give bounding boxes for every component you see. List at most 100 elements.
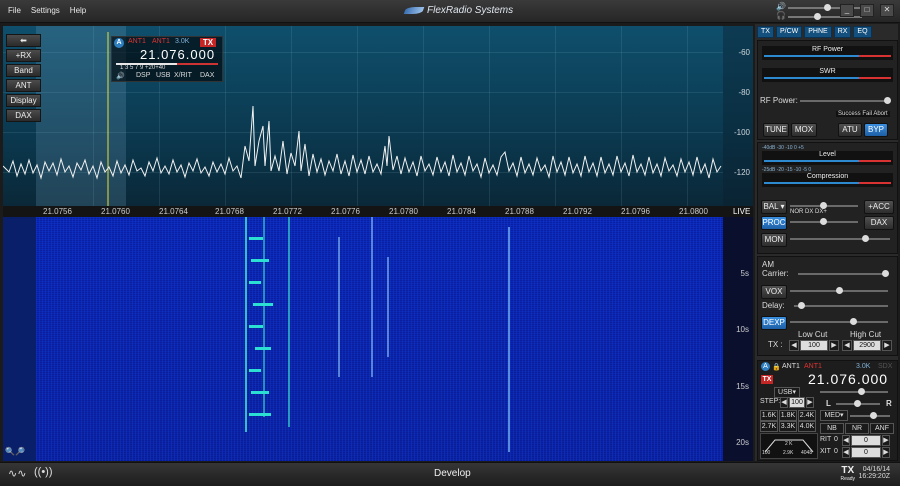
filter-center: 2 K	[785, 441, 793, 447]
mon-button[interactable]: MON	[761, 233, 787, 247]
slice-tab-dsp[interactable]: DSP	[136, 72, 150, 79]
byp-button[interactable]: BYP	[864, 123, 888, 137]
rit-offset[interactable]: 0	[851, 435, 881, 446]
dax-tx-button[interactable]: DAX	[864, 216, 894, 230]
filter-preset[interactable]: 1.6K	[760, 410, 778, 421]
step-decrement[interactable]: ◀	[780, 397, 788, 408]
vfo-frequency[interactable]: 21.076.000	[808, 371, 888, 387]
delay-slider[interactable]	[794, 302, 888, 309]
slice-tab-dax[interactable]: DAX	[200, 72, 214, 79]
audio-pan-slider[interactable]	[836, 400, 880, 407]
panadapter[interactable]: ⬅ +RX Band ANT Display DAX A ANT1 ANT1 3…	[3, 26, 753, 461]
slice-letter[interactable]: A	[114, 38, 124, 48]
af-gain-slider[interactable]	[820, 388, 888, 395]
slice-frequency[interactable]: 21.076.000	[140, 47, 215, 62]
tab-phne[interactable]: PHNE	[804, 26, 832, 38]
minimize-button[interactable]: _	[840, 4, 854, 17]
db-label: -80	[738, 88, 750, 97]
proc-level-scale: NOR DX DX+	[790, 209, 827, 215]
nb-button[interactable]: NB	[820, 423, 844, 434]
proc-button[interactable]: PROC	[761, 216, 787, 230]
anf-button[interactable]: ANF	[870, 423, 894, 434]
lock-icon[interactable]: 🔒	[772, 363, 781, 371]
waterfall[interactable]: 5s 10s 15s 20s 🔍🔎	[3, 217, 753, 461]
pan-right-label: R	[886, 399, 892, 408]
antenna-broadcast-icon[interactable]: ((•))	[34, 466, 53, 478]
bal-slider[interactable]	[790, 202, 858, 209]
acc-button[interactable]: +ACC	[864, 200, 894, 214]
ant-button[interactable]: ANT	[6, 79, 41, 92]
slice-tab-xrit[interactable]: X/RIT	[174, 72, 192, 79]
close-button[interactable]: ✕	[880, 4, 894, 17]
display-button[interactable]: Display	[6, 94, 41, 107]
rit-decrement[interactable]: ◀	[842, 435, 850, 446]
low-cut-decrement[interactable]: ◀	[789, 340, 799, 351]
xit-offset[interactable]: 0	[851, 447, 881, 458]
slice-speaker-icon[interactable]: 🔊	[116, 72, 125, 80]
mox-button[interactable]: MOX	[791, 123, 817, 137]
am-carrier-slider[interactable]	[798, 270, 889, 277]
spectrum-display[interactable]: ⬅ +RX Band ANT Display DAX A ANT1 ANT1 3…	[3, 26, 753, 206]
step-value[interactable]: 100	[789, 397, 805, 408]
filter-preset[interactable]: 1.8K	[779, 410, 797, 421]
title-bar: File Settings Help FlexRadio Systems 🔊 🎧…	[0, 0, 900, 23]
slice-rx-antenna[interactable]: ANT1	[152, 38, 170, 45]
slice-flag[interactable]: A ANT1 ANT1 3.0K TX 21.076.000 1 3 5 7 9…	[111, 36, 223, 82]
dax-button[interactable]: DAX	[6, 109, 41, 122]
tab-pcw[interactable]: P/CW	[775, 26, 803, 38]
level-meter: Level	[762, 151, 893, 165]
low-cut-increment[interactable]: ▶	[829, 340, 839, 351]
filter-preset[interactable]: 2.7K	[760, 421, 778, 432]
agc-threshold-slider[interactable]	[850, 412, 890, 419]
speaker-icon[interactable]: 🔊	[776, 2, 786, 11]
filter-preset[interactable]: 3.3K	[779, 421, 797, 432]
zoom-icons[interactable]: 🔍🔎	[5, 447, 25, 456]
band-button[interactable]: Band	[6, 64, 41, 77]
slice-tx-badge[interactable]: TX	[200, 38, 216, 47]
high-cut-increment[interactable]: ▶	[882, 340, 892, 351]
back-arrow-icon[interactable]: ⬅	[6, 34, 41, 47]
xit-increment[interactable]: ▶	[882, 447, 890, 458]
vfo-slice-letter[interactable]: A	[761, 362, 770, 371]
tab-tx[interactable]: TX	[757, 26, 774, 38]
rit-increment[interactable]: ▶	[882, 435, 890, 446]
tab-rx[interactable]: RX	[833, 26, 852, 38]
filter-shape-display[interactable]: 100 2.9K 4048 2 K	[760, 433, 818, 459]
proc-slider[interactable]	[790, 218, 858, 225]
slice-tx-antenna[interactable]: ANT1	[128, 38, 146, 45]
vfo-tx-badge[interactable]: TX	[761, 375, 773, 384]
filter-preset[interactable]: 4.0K	[798, 421, 816, 432]
menu-settings[interactable]: Settings	[31, 6, 60, 15]
tune-button[interactable]: TUNE	[763, 123, 789, 137]
dexp-button[interactable]: DEXP	[761, 316, 787, 330]
nr-button[interactable]: NR	[845, 423, 869, 434]
waveform-icon[interactable]: ∿∿	[8, 467, 26, 480]
maximize-button[interactable]: □	[860, 4, 874, 17]
filter-preset[interactable]: 2.4K	[798, 410, 816, 421]
compression-meter: Compression	[762, 173, 893, 187]
menu-file[interactable]: File	[8, 6, 21, 15]
vox-slider[interactable]	[790, 287, 888, 294]
mon-slider[interactable]	[790, 235, 890, 242]
high-cut-value[interactable]: 2900	[853, 340, 881, 351]
rf-power-slider[interactable]	[800, 97, 891, 104]
vfo-rx-antenna[interactable]: ANT1	[804, 363, 822, 370]
slice-tab-mode[interactable]: USB	[156, 72, 170, 79]
agc-select[interactable]: MED▾	[820, 410, 848, 421]
vox-button[interactable]: VOX	[761, 285, 787, 299]
time-label: 15s	[736, 382, 749, 391]
headphone-icon[interactable]: 🎧	[776, 11, 786, 20]
tab-eq[interactable]: EQ	[853, 26, 872, 38]
menu-help[interactable]: Help	[70, 6, 86, 15]
atu-button[interactable]: ATU	[838, 123, 862, 137]
dexp-slider[interactable]	[790, 318, 888, 325]
db-scale[interactable]: -60 -80 -100 -120	[723, 26, 753, 206]
add-rx-button[interactable]: +RX	[6, 49, 41, 62]
step-increment[interactable]: ▶	[806, 397, 814, 408]
xit-decrement[interactable]: ◀	[842, 447, 850, 458]
bal-dropdown[interactable]: BAL ▾	[761, 200, 787, 214]
frequency-axis[interactable]: 21.0756 21.0760 21.0764 21.0768 21.0772 …	[3, 206, 753, 217]
low-cut-value[interactable]: 100	[800, 340, 828, 351]
vfo-tx-antenna[interactable]: ANT1	[782, 363, 800, 370]
high-cut-decrement[interactable]: ◀	[842, 340, 852, 351]
